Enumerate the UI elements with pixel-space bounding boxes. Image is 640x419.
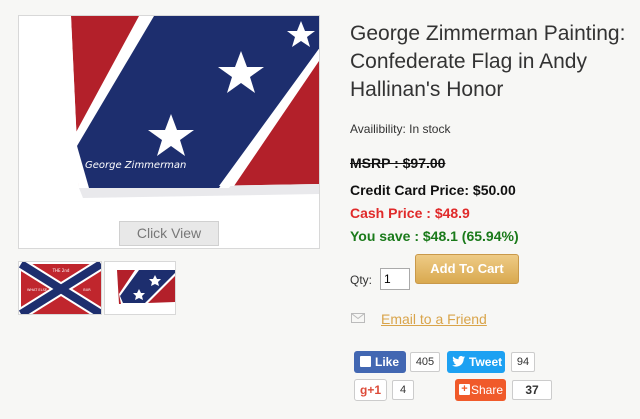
add-to-cart-button[interactable]: Add To Cart (415, 254, 519, 284)
flag-thumbnail-image: THE 2nd WHAT ELSE BUR (19, 262, 101, 314)
envelope-icon (351, 313, 365, 323)
like-label: Like (375, 355, 400, 369)
plus-icon: + (459, 384, 470, 395)
share-label: Share (471, 383, 504, 397)
cash-price: Cash Price : $48.9 (350, 205, 470, 221)
click-view-button[interactable]: Click View (119, 221, 219, 246)
credit-card-price: Credit Card Price: $50.00 (350, 182, 516, 198)
thumb-text-left: WHAT ELSE (27, 288, 47, 292)
painting-signature: George Zimmerman (85, 160, 186, 171)
painting-thumbnail-image (105, 262, 175, 314)
confederate-flag-painting: George Zimmerman (19, 16, 319, 248)
thumbnail-1[interactable]: THE 2nd WHAT ELSE BUR (18, 261, 102, 315)
thumbnail-2[interactable] (104, 261, 176, 315)
tweet-label: Tweet (469, 355, 503, 369)
google-plus-button[interactable]: g+1 (354, 379, 387, 401)
share-button[interactable]: + Share (455, 379, 506, 401)
product-main-image[interactable]: George Zimmerman Click View (18, 15, 320, 249)
thumb-text-right: BUR (83, 288, 91, 292)
qty-label: Qty: (350, 273, 373, 287)
gplus-count: 4 (392, 380, 414, 400)
share-count: 37 (512, 380, 552, 400)
like-count: 405 (410, 352, 440, 372)
facebook-thumb-icon (360, 356, 371, 367)
msrp-price: MSRP : $97.00 (350, 155, 446, 171)
email-friend-link[interactable]: Email to a Friend (381, 311, 487, 327)
thumb-text-top: THE 2nd (52, 268, 70, 273)
qty-input[interactable] (380, 268, 410, 290)
tweet-count: 94 (511, 352, 535, 372)
availability-status: Availibility: In stock (350, 122, 451, 136)
twitter-bird-icon (452, 356, 465, 367)
tweet-button[interactable]: Tweet (447, 351, 505, 373)
facebook-like-button[interactable]: Like (354, 351, 406, 373)
you-save: You save : $48.1 (65.94%) (350, 228, 519, 244)
product-title: George Zimmerman Painting: Confederate F… (350, 22, 626, 101)
